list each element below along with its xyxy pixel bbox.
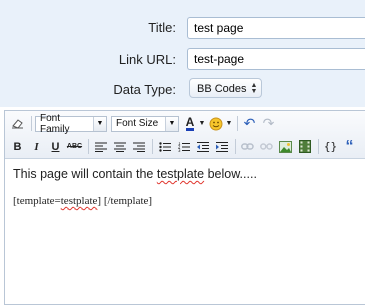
content-line-2-end: ] [/template] [97,195,153,207]
editor-toolbar: Font Family ▼ Font Size ▼ A ▼ ▼ ↶ ↷ B I … [5,111,365,159]
unlink-icon[interactable] [258,138,275,155]
bold-button[interactable]: B [9,138,26,155]
page-settings-panel: Title: test page Link URL: test-page Dat… [0,0,365,107]
code-icon[interactable]: {} [322,138,339,155]
align-center-icon[interactable] [111,138,128,155]
undo-icon[interactable]: ↶ [241,115,258,132]
toolbar-row-1: Font Family ▼ Font Size ▼ A ▼ ▼ ↶ ↷ [9,112,279,135]
font-size-dropdown[interactable]: Font Size ▼ [111,115,179,132]
indent-icon[interactable] [213,138,230,155]
redo-icon[interactable]: ↷ [260,115,277,132]
title-label: Title: [148,20,176,35]
misspelled-word: testplate [156,167,205,181]
content-line-2-start: [template= [13,195,61,207]
align-left-icon[interactable] [92,138,109,155]
toolbar-separator [152,139,153,154]
data-type-value: BB Codes [197,83,247,95]
strikethrough-button[interactable]: ABC [66,138,83,155]
quote-icon[interactable]: “ [341,138,358,155]
rich-text-editor: Font Family ▼ Font Size ▼ A ▼ ▼ ↶ ↷ B I … [4,110,365,305]
smiley-icon[interactable] [207,115,224,132]
chevron-down-icon: ▼ [93,116,106,131]
link-url-label: Link URL: [118,52,176,67]
content-line-2: [template=testplate] [/template] [13,195,363,207]
toolbar-separator [235,139,236,154]
outdent-icon[interactable] [194,138,211,155]
svg-text:3: 3 [178,148,181,152]
font-family-dropdown[interactable]: Font Family ▼ [35,112,107,135]
image-icon[interactable] [277,138,294,155]
misspelled-word: testplate [60,195,98,207]
italic-button[interactable]: I [28,138,45,155]
link-url-input[interactable]: test-page [187,48,365,70]
title-input[interactable]: test page [187,17,365,39]
font-size-label: Font Size [116,118,159,129]
editor-content[interactable]: This page will contain the testplate bel… [13,167,363,207]
toolbar-separator [88,139,89,154]
toolbar-separator [318,139,319,154]
align-right-icon[interactable] [130,138,147,155]
content-line-1: This page will contain the testplate bel… [13,167,363,181]
underline-button[interactable]: U [47,138,64,155]
data-type-label: Data Type: [113,82,176,97]
content-line-1-end: below..... [204,167,257,181]
chevron-down-icon[interactable]: ▼ [199,115,206,132]
select-arrows-icon: ▲ ▼ [250,82,258,95]
numbered-list-icon[interactable]: 123 [175,138,192,155]
chevron-down-icon[interactable]: ▼ [226,115,233,132]
media-icon[interactable] [296,138,313,155]
data-type-select[interactable]: BB Codes ▲ ▼ [189,78,263,98]
text-color-icon: A [185,114,195,131]
text-color-button[interactable]: A [183,115,197,132]
font-family-label: Font Family [40,112,70,135]
toolbar-separator [31,116,32,131]
toolbar-separator [237,116,238,131]
toolbar-row-2: B I U ABC 123 {} “ [9,138,360,155]
chevron-down-icon: ▼ [165,116,178,131]
link-icon[interactable] [239,138,256,155]
content-line-1-start: This page will contain the [13,167,157,181]
eraser-icon[interactable] [9,115,26,132]
bullet-list-icon[interactable] [156,138,173,155]
